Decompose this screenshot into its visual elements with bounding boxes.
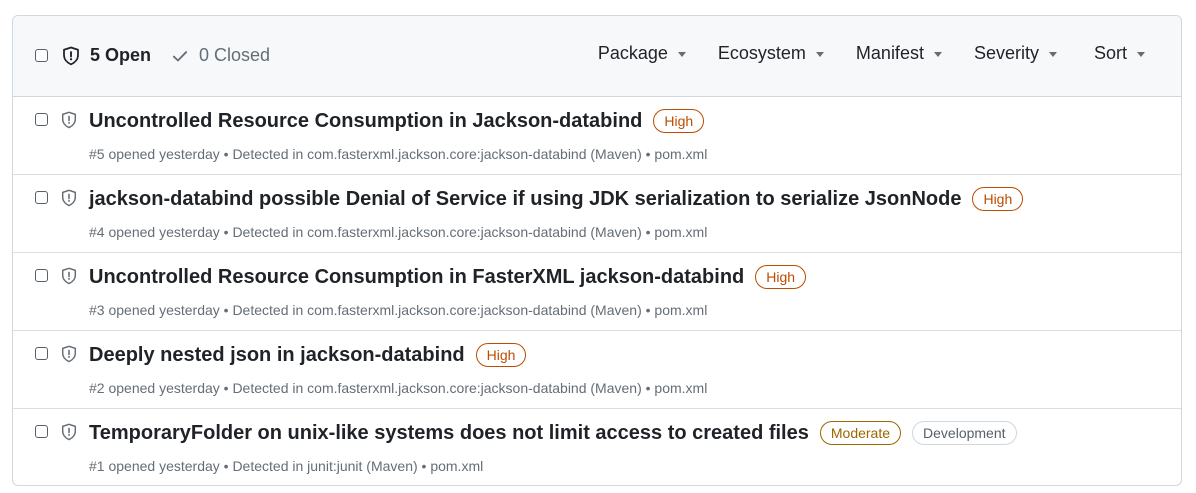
alert-title-line: TemporaryFolder on unix-like systems doe… xyxy=(89,421,1017,445)
alert-row: jackson-databind possible Denial of Serv… xyxy=(13,175,1181,253)
alert-title-line: Deeply nested json in jackson-databind H… xyxy=(89,343,527,367)
alert-title-line: jackson-databind possible Denial of Serv… xyxy=(89,187,1024,211)
shield-icon xyxy=(61,111,77,129)
caret-down-icon xyxy=(815,52,824,57)
alert-row: Uncontrolled Resource Consumption in Jac… xyxy=(13,97,1181,175)
alert-title-link[interactable]: Uncontrolled Resource Consumption in Jac… xyxy=(89,110,642,133)
alerts-list-header: 5 Open 0 Closed Package Ecosystem Manife… xyxy=(13,16,1181,97)
alert-row-checkbox[interactable] xyxy=(35,269,48,282)
check-icon xyxy=(172,50,188,61)
severity-badge: High xyxy=(475,343,527,367)
filter-bar: Package Ecosystem Manifest Severity Sort xyxy=(598,43,1181,64)
severity-badge: High xyxy=(755,265,807,289)
alert-meta: #3 opened yesterday • Detected in com.fa… xyxy=(89,302,708,318)
shield-icon xyxy=(61,267,77,285)
manifest-filter-label: Manifest xyxy=(855,43,924,63)
alert-row: Uncontrolled Resource Consumption in Fas… xyxy=(13,253,1181,331)
ecosystem-filter-dropdown[interactable]: Ecosystem xyxy=(718,43,824,64)
shield-icon xyxy=(63,46,79,65)
severity-filter-label: Severity xyxy=(973,43,1039,63)
caret-down-icon xyxy=(933,52,942,57)
alert-title-link[interactable]: Deeply nested json in jackson-databind xyxy=(89,344,465,367)
caret-down-icon xyxy=(1137,52,1145,57)
alert-title-link[interactable]: TemporaryFolder on unix-like systems doe… xyxy=(89,422,809,445)
alert-title-line: Uncontrolled Resource Consumption in Fas… xyxy=(89,265,807,289)
dependabot-alerts-panel: 5 Open 0 Closed Package Ecosystem Manife… xyxy=(12,15,1182,486)
open-filter-tab[interactable]: 5 Open xyxy=(61,45,151,66)
closed-filter-tab[interactable]: 0 Closed xyxy=(171,45,270,66)
scope-badge: Development xyxy=(912,421,1017,445)
alert-row-checkbox[interactable] xyxy=(35,425,48,438)
alert-row-checkbox[interactable] xyxy=(35,113,48,126)
severity-badge: High xyxy=(972,187,1024,211)
open-count-label: 5 Open xyxy=(90,45,152,65)
package-filter-dropdown[interactable]: Package xyxy=(598,43,686,64)
select-all-checkbox[interactable] xyxy=(35,49,48,62)
alert-row-checkbox[interactable] xyxy=(35,191,48,204)
alert-meta: #5 opened yesterday • Detected in com.fa… xyxy=(89,146,708,162)
alert-title-link[interactable]: Uncontrolled Resource Consumption in Fas… xyxy=(89,266,744,289)
caret-down-icon xyxy=(1048,52,1057,57)
alert-meta: #2 opened yesterday • Detected in com.fa… xyxy=(89,380,708,396)
alert-meta: #1 opened yesterday • Detected in junit:… xyxy=(89,458,484,474)
shield-icon xyxy=(61,345,77,363)
alert-title-line: Uncontrolled Resource Consumption in Jac… xyxy=(89,109,705,133)
manifest-filter-dropdown[interactable]: Manifest xyxy=(856,43,942,64)
shield-icon xyxy=(61,423,77,441)
caret-down-icon xyxy=(677,52,686,57)
alert-row-checkbox[interactable] xyxy=(35,347,48,360)
closed-count-label: 0 Closed xyxy=(199,45,271,65)
sort-dropdown[interactable]: Sort xyxy=(1094,43,1145,64)
severity-badge: High xyxy=(653,109,705,133)
alerts-list: Uncontrolled Resource Consumption in Jac… xyxy=(13,97,1181,485)
severity-badge: Moderate xyxy=(819,421,902,445)
alert-title-link[interactable]: jackson-databind possible Denial of Serv… xyxy=(89,188,961,211)
ecosystem-filter-label: Ecosystem xyxy=(717,43,806,63)
package-filter-label: Package xyxy=(597,43,668,63)
severity-filter-dropdown[interactable]: Severity xyxy=(974,43,1057,64)
alert-row: Deeply nested json in jackson-databind H… xyxy=(13,331,1181,409)
shield-icon xyxy=(61,189,77,207)
sort-label: Sort xyxy=(1093,43,1127,63)
alert-row: TemporaryFolder on unix-like systems doe… xyxy=(13,409,1181,485)
alert-meta: #4 opened yesterday • Detected in com.fa… xyxy=(89,224,708,240)
